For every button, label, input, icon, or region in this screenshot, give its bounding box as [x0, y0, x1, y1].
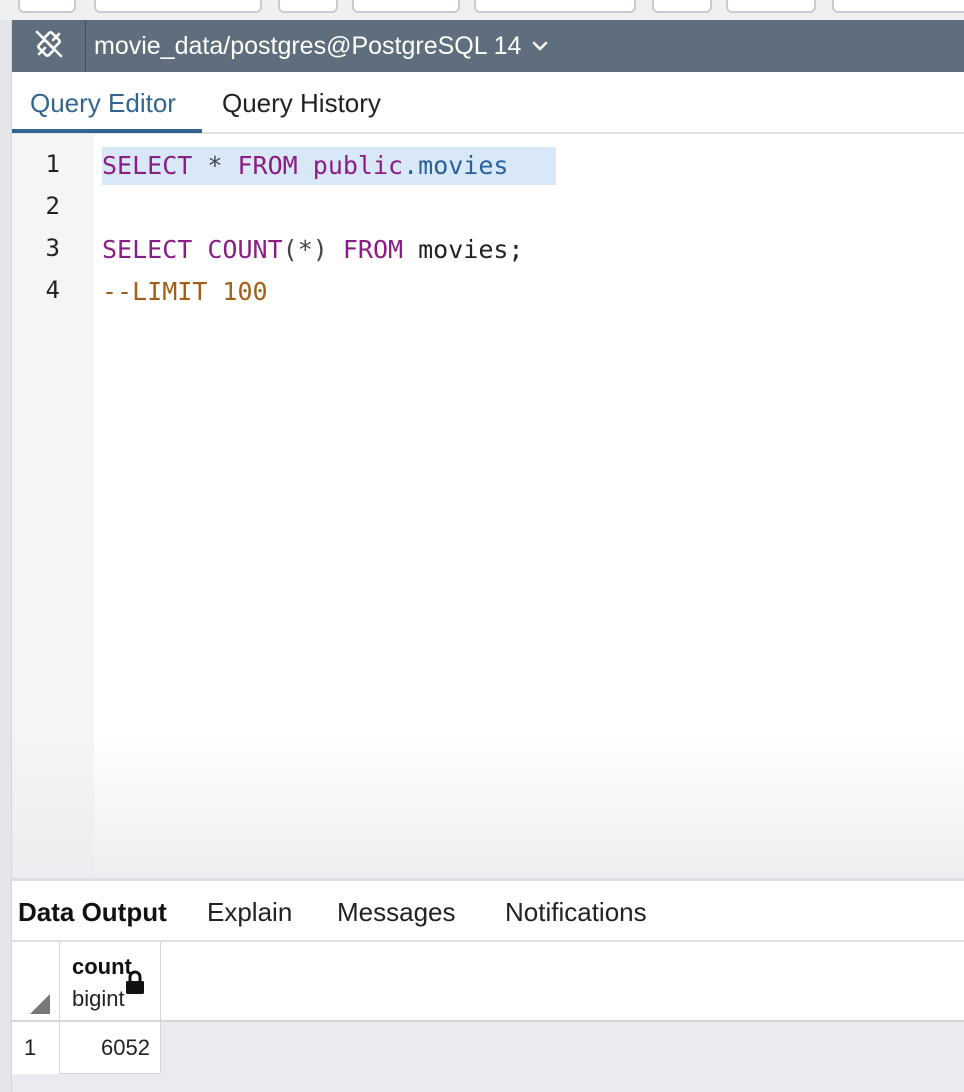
count-cell[interactable]: 6052 [60, 1022, 161, 1074]
connection-status-button[interactable] [12, 20, 86, 72]
connection-bar: movie_data/postgres@PostgreSQL 14 [12, 20, 964, 72]
column-type: bigint [72, 986, 125, 1011]
tab-data-output[interactable]: Data Output [18, 881, 167, 943]
tab-query-history[interactable]: Query History [222, 72, 381, 134]
active-tab-indicator [12, 129, 202, 133]
connection-label: movie_data/postgres@PostgreSQL 14 [94, 32, 522, 60]
left-panel-edge [0, 20, 12, 1092]
results-grid: count bigint 1 6052 [12, 942, 964, 1092]
corner-triangle-icon [30, 994, 50, 1019]
star-operator: * [207, 151, 223, 180]
disconnected-plug-icon [31, 26, 67, 67]
function-args: (*) [282, 235, 328, 264]
tab-query-editor[interactable]: Query Editor [30, 72, 176, 134]
toolbar-button[interactable] [726, 0, 816, 13]
keyword-select: SELECT [102, 235, 193, 264]
toolbar-button-group[interactable] [94, 0, 262, 13]
lock-icon [124, 970, 146, 1001]
grid-header-row: count bigint [12, 942, 964, 1022]
line-number: 2 [45, 192, 60, 220]
toolbar-button[interactable] [278, 0, 338, 13]
toolbar-button[interactable] [652, 0, 712, 13]
output-tab-bar: Data Output Explain Messages Notificatio… [12, 878, 964, 942]
row-number: 1 [12, 1022, 60, 1074]
table-name: .movies [403, 151, 509, 180]
keyword-from: FROM [342, 235, 404, 264]
line-number: 4 [45, 276, 60, 304]
schema-name: public [312, 151, 404, 180]
sql-editor[interactable]: 1 2 3 4 SELECT * FROM public.movies SELE… [12, 134, 964, 878]
table-reference: movies; [403, 235, 524, 264]
column-header-count[interactable]: count bigint [60, 942, 161, 1022]
toolbar-button-group[interactable] [352, 0, 460, 13]
editor-bottom-shade [12, 734, 964, 878]
main-toolbar [0, 0, 964, 20]
tab-messages[interactable]: Messages [337, 881, 456, 943]
function-count: COUNT [207, 235, 283, 264]
chevron-down-icon [531, 40, 549, 52]
connection-selector[interactable]: movie_data/postgres@PostgreSQL 14 [94, 20, 549, 72]
toolbar-button-group[interactable] [832, 0, 964, 13]
tab-notifications[interactable]: Notifications [505, 881, 647, 943]
keyword-from: FROM [237, 151, 298, 180]
line-number: 3 [45, 234, 60, 262]
code-line-3[interactable]: SELECT COUNT(*) FROM movies; [102, 232, 524, 268]
code-line-1[interactable]: SELECT * FROM public.movies [102, 148, 508, 184]
code-line-4[interactable]: --LIMIT 100 [102, 274, 268, 310]
line-number: 1 [45, 150, 60, 178]
column-name: count [72, 954, 132, 979]
tab-explain[interactable]: Explain [207, 881, 292, 943]
toolbar-button-group[interactable] [474, 0, 636, 13]
select-all-cell[interactable] [12, 942, 60, 1022]
comment-text: --LIMIT [102, 277, 208, 306]
keyword-select: SELECT [102, 151, 193, 180]
editor-tab-bar: Query Editor Query History [12, 72, 964, 134]
line-number-gutter: 1 2 3 4 [12, 134, 94, 878]
toolbar-button[interactable] [18, 0, 76, 13]
table-row[interactable]: 1 6052 [12, 1022, 964, 1074]
comment-number: 100 [207, 277, 268, 306]
